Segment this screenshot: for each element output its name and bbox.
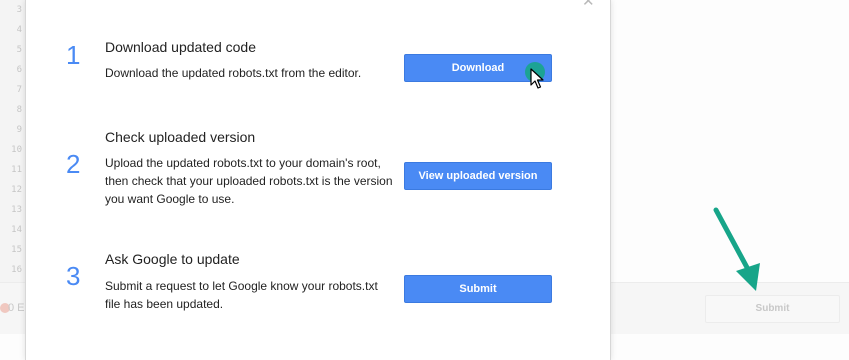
step-title: Check uploaded version xyxy=(105,129,256,145)
line-number: 12 xyxy=(11,185,22,195)
line-number: 8 xyxy=(16,105,22,115)
line-number: 16 xyxy=(11,265,22,275)
line-number: 9 xyxy=(16,125,22,135)
step-description: Submit a request to let Google know your… xyxy=(105,279,378,311)
arrow-annotation-icon xyxy=(713,207,760,291)
editor-submit-button[interactable]: Submit xyxy=(705,295,840,323)
line-number-gutter: 3 4 5 6 7 8 9 10 11 12 13 14 15 16 xyxy=(0,0,27,282)
line-number: 5 xyxy=(16,45,22,55)
step-number: 2 xyxy=(66,149,81,179)
line-number: 7 xyxy=(16,85,22,95)
line-number: 11 xyxy=(11,165,22,175)
step-title: Ask Google to update xyxy=(105,251,240,267)
line-number: 13 xyxy=(11,205,22,215)
line-number: 3 xyxy=(16,5,22,15)
submit-button[interactable]: Submit xyxy=(404,275,552,303)
line-number: 14 xyxy=(11,225,22,235)
step-number: 3 xyxy=(66,261,81,291)
line-number: 10 xyxy=(11,145,22,155)
line-number: 6 xyxy=(16,65,22,75)
view-uploaded-version-button[interactable]: View uploaded version xyxy=(404,162,552,190)
step-title: Download updated code xyxy=(105,39,257,55)
line-number: 15 xyxy=(11,245,22,255)
close-icon[interactable]: ✕ xyxy=(582,0,595,9)
step-number: 1 xyxy=(66,40,81,70)
submit-robots-dialog: ✕ 1 Download updated code Download the u… xyxy=(25,0,611,360)
step-description: Download the updated robots.txt from the… xyxy=(105,66,362,80)
step-description: Upload the updated robots.txt to your do… xyxy=(105,156,393,206)
line-number: 4 xyxy=(16,25,22,35)
error-count: 0 E xyxy=(8,302,25,314)
mouse-cursor-icon xyxy=(530,68,544,89)
